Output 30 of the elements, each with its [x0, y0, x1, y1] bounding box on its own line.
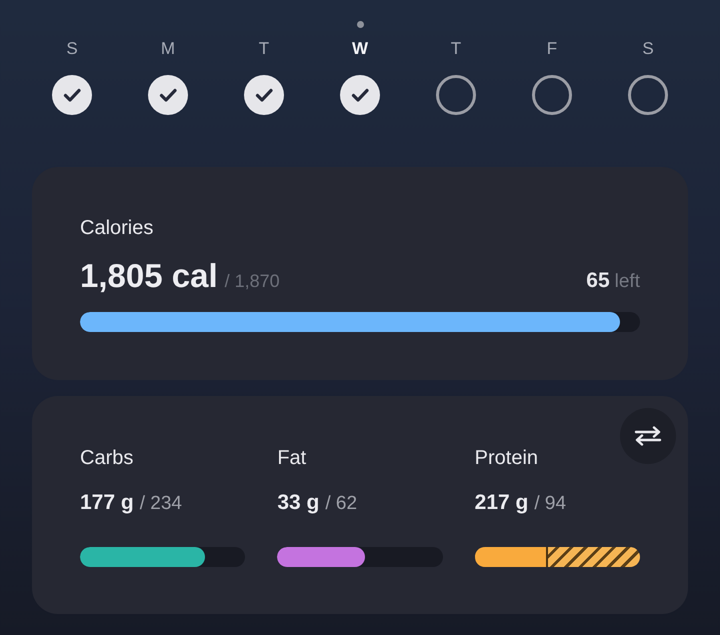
day-tab[interactable]: F — [532, 21, 572, 115]
day-tab[interactable]: S — [628, 21, 668, 115]
macro-amount: 33 g — [277, 490, 320, 516]
swap-arrows-icon — [634, 426, 662, 446]
calorie-title: Calories — [80, 216, 154, 240]
macro-amount: 177 g — [80, 490, 134, 516]
calorie-amount: 1,805 cal — [80, 257, 218, 295]
day-tab[interactable]: T — [244, 21, 284, 115]
empty-circle-icon[interactable] — [436, 75, 476, 115]
macro-goal: / 94 — [534, 493, 566, 515]
check-circle-icon[interactable] — [244, 75, 284, 115]
check-circle-icon[interactable] — [52, 75, 92, 115]
check-circle-icon[interactable] — [340, 75, 380, 115]
calorie-goal: / 1,870 — [224, 271, 280, 292]
macro-goal: / 234 — [140, 493, 182, 515]
macro-name: Protein — [474, 446, 538, 470]
macro-goal: / 62 — [325, 493, 358, 515]
remaining-label: left — [614, 271, 640, 293]
day-tab[interactable]: T — [436, 21, 476, 115]
macro-name: Carbs — [80, 446, 134, 470]
empty-circle-icon[interactable] — [532, 75, 572, 115]
check-circle-icon[interactable] — [148, 75, 188, 115]
current-day-dot-icon — [356, 21, 364, 28]
empty-circle-icon[interactable] — [628, 75, 668, 115]
macro-name: Fat — [277, 446, 306, 470]
remaining-amount: 65 — [586, 269, 610, 293]
macro-amount: 217 g — [474, 490, 528, 516]
day-tab[interactable]: S — [52, 21, 92, 115]
day-tab[interactable]: M — [148, 21, 188, 115]
day-tab[interactable]: W — [340, 21, 380, 115]
